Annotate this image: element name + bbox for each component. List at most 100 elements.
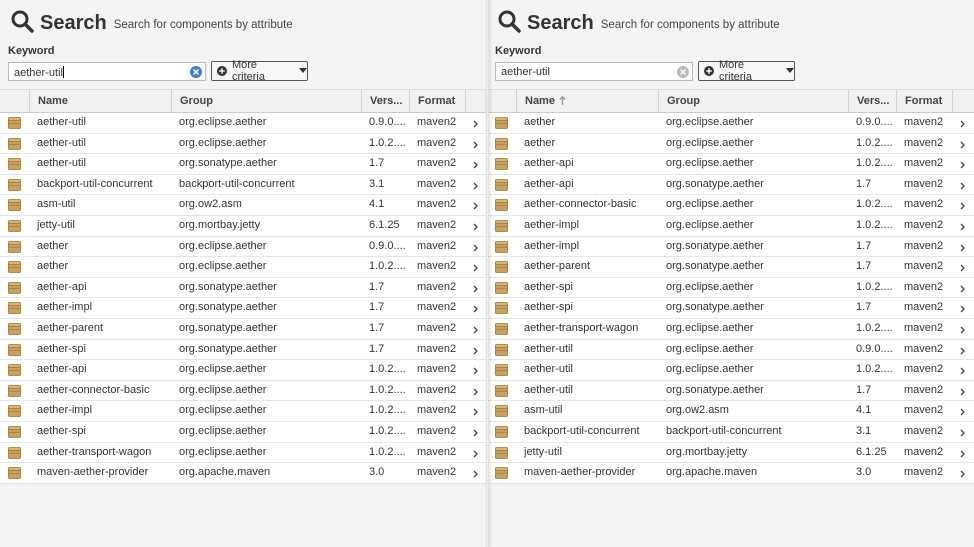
table-row[interactable]: aether-util org.eclipse.aether 1.0.2.... ma… — [0, 133, 487, 155]
table-row[interactable]: asm-util org.ow2.asm 4.1 maven2 — [487, 401, 974, 422]
table-row[interactable]: asm-util org.ow2.asm 4.1 maven2 — [0, 195, 487, 216]
chevron-right-icon[interactable] — [473, 141, 478, 149]
table-row[interactable]: aether-spi org.sonatype.aether 1.7 maven2 — [0, 339, 487, 361]
keyword-input[interactable]: aether-util — [495, 62, 693, 81]
cell-version: 1.7 — [856, 383, 872, 396]
chevron-right-icon[interactable] — [473, 305, 478, 313]
column-header-format[interactable]: Format — [409, 90, 465, 113]
table-row[interactable]: aether-impl org.eclipse.aether 1.0.2.... ma… — [487, 215, 974, 237]
column-header-version[interactable]: Vers... — [361, 90, 409, 113]
table-row[interactable]: aether-connector-basic org.eclipse.aether… — [0, 380, 487, 402]
table-row[interactable]: aether-transport-wagon org.eclipse.aether… — [487, 318, 974, 340]
table-row[interactable]: aether org.eclipse.aether 1.0.2.... maven2 — [487, 133, 974, 155]
chevron-right-icon[interactable] — [960, 182, 965, 190]
chevron-right-icon[interactable] — [960, 367, 965, 375]
table-row[interactable]: backport-util-concurrent backport-util-co… — [0, 174, 487, 196]
chevron-right-icon[interactable] — [473, 408, 478, 416]
table-row[interactable]: aether-util org.sonatype.aether 1.7 maven2 — [487, 380, 974, 402]
chevron-right-icon[interactable] — [473, 429, 478, 437]
package-icon — [495, 240, 508, 253]
table-row[interactable]: aether-transport-wagon org.eclipse.aether… — [0, 442, 487, 464]
table-row[interactable]: aether-parent org.sonatype.aether 1.7 maven… — [487, 257, 974, 278]
table-row[interactable]: aether-api org.sonatype.aether 1.7 maven2 — [487, 174, 974, 196]
column-header-group[interactable]: Group — [171, 90, 361, 113]
table-row[interactable]: backport-util-concurrent backport-util-co… — [487, 421, 974, 443]
cell-name: aether-api — [37, 280, 87, 293]
keyword-input[interactable]: aether-util — [8, 62, 206, 81]
table-row[interactable]: aether-impl org.sonatype.aether 1.7 maven2 — [0, 298, 487, 319]
column-header-name[interactable]: Name — [516, 90, 658, 113]
chevron-right-icon[interactable] — [960, 450, 965, 458]
table-row[interactable]: aether-api org.sonatype.aether 1.7 maven2 — [0, 277, 487, 299]
table-row[interactable]: aether-util org.sonatype.aether 1.7 maven2 — [0, 154, 487, 175]
table-row[interactable]: aether org.eclipse.aether 0.9.0.... maven2 — [487, 113, 974, 134]
chevron-right-icon[interactable] — [960, 347, 965, 355]
chevron-right-icon[interactable] — [960, 141, 965, 149]
cell-name: aether-spi — [37, 342, 86, 355]
chevron-right-icon[interactable] — [960, 223, 965, 231]
table-row[interactable]: aether-connector-basic org.eclipse.aether… — [487, 195, 974, 216]
table-row[interactable]: aether-parent org.sonatype.aether 1.7 maven… — [0, 318, 487, 340]
more-criteria-button[interactable]: More criteria — [698, 59, 795, 83]
chevron-right-icon[interactable] — [473, 347, 478, 355]
column-header-group[interactable]: Group — [658, 90, 848, 113]
table-row[interactable]: aether-impl org.eclipse.aether 1.0.2.... ma… — [0, 401, 487, 422]
chevron-right-icon[interactable] — [473, 450, 478, 458]
cell-format: maven2 — [417, 404, 457, 417]
table-row[interactable]: aether-util org.eclipse.aether 0.9.0.... ma… — [0, 113, 487, 134]
chevron-right-icon[interactable] — [960, 408, 965, 416]
chevron-right-icon[interactable] — [960, 388, 965, 396]
table-row[interactable]: aether-util org.eclipse.aether 1.0.2.... ma… — [487, 360, 974, 381]
table-row[interactable]: aether org.eclipse.aether 0.9.0.... maven2 — [0, 236, 487, 258]
table-row[interactable]: aether-impl org.sonatype.aether 1.7 maven2 — [487, 236, 974, 258]
chevron-right-icon[interactable] — [960, 120, 965, 128]
more-criteria-button[interactable]: More criteria — [211, 59, 308, 83]
chevron-right-icon[interactable] — [473, 202, 478, 210]
chevron-right-icon[interactable] — [960, 285, 965, 293]
chevron-right-icon[interactable] — [960, 470, 965, 478]
column-header-label: Name — [38, 95, 68, 107]
chevron-right-icon[interactable] — [473, 264, 478, 272]
table-row[interactable]: maven-aether-provider org.apache.maven 3.0… — [487, 463, 974, 484]
table-row[interactable]: aether-spi org.eclipse.aether 1.0.2.... mav… — [0, 421, 487, 443]
package-icon — [495, 178, 508, 191]
table-row[interactable]: jetty-util org.mortbay.jetty 6.1.25 maven2 — [0, 215, 487, 237]
table-row[interactable]: aether-api org.eclipse.aether 1.0.2.... mav… — [0, 360, 487, 381]
cell-version: 1.7 — [369, 280, 385, 293]
chevron-right-icon[interactable] — [473, 326, 478, 334]
package-icon — [495, 364, 508, 377]
chevron-right-icon[interactable] — [960, 161, 965, 169]
clear-keyword-button[interactable] — [677, 66, 689, 78]
table-row[interactable]: aether org.eclipse.aether 1.0.2.... maven2 — [0, 257, 487, 278]
chevron-right-icon[interactable] — [473, 120, 478, 128]
table-row[interactable]: aether-util org.eclipse.aether 0.9.0.... ma… — [487, 339, 974, 361]
chevron-right-icon[interactable] — [473, 161, 478, 169]
chevron-right-icon[interactable] — [473, 367, 478, 375]
chevron-right-icon[interactable] — [960, 429, 965, 437]
chevron-right-icon[interactable] — [473, 244, 478, 252]
column-header-version[interactable]: Vers... — [848, 90, 896, 113]
table-row[interactable]: maven-aether-provider org.apache.maven 3.0… — [0, 463, 487, 484]
chevron-right-icon[interactable] — [473, 388, 478, 396]
table-row[interactable]: aether-api org.eclipse.aether 1.0.2.... mav… — [487, 154, 974, 175]
chevron-right-icon[interactable] — [960, 326, 965, 334]
chevron-right-icon[interactable] — [960, 264, 965, 272]
chevron-right-icon[interactable] — [473, 285, 478, 293]
cell-format: maven2 — [417, 157, 457, 170]
chevron-right-icon[interactable] — [473, 223, 478, 231]
chevron-right-icon[interactable] — [473, 470, 478, 478]
column-header-format[interactable]: Format — [896, 90, 952, 113]
column-header-name[interactable]: Name — [29, 90, 171, 113]
clear-keyword-button[interactable] — [190, 66, 202, 78]
cell-name: aether-transport-wagon — [37, 445, 152, 458]
table-row[interactable]: aether-spi org.sonatype.aether 1.7 maven2 — [487, 298, 974, 319]
chevron-right-icon[interactable] — [960, 244, 965, 252]
package-icon — [8, 405, 21, 418]
chevron-right-icon[interactable] — [960, 305, 965, 313]
chevron-right-icon[interactable] — [473, 182, 478, 190]
cell-format: maven2 — [417, 445, 457, 458]
table-row[interactable]: jetty-util org.mortbay.jetty 6.1.25 maven2 — [487, 442, 974, 464]
chevron-right-icon[interactable] — [960, 202, 965, 210]
caret-down-icon — [786, 68, 794, 73]
table-row[interactable]: aether-spi org.eclipse.aether 1.0.2.... mav… — [487, 277, 974, 299]
